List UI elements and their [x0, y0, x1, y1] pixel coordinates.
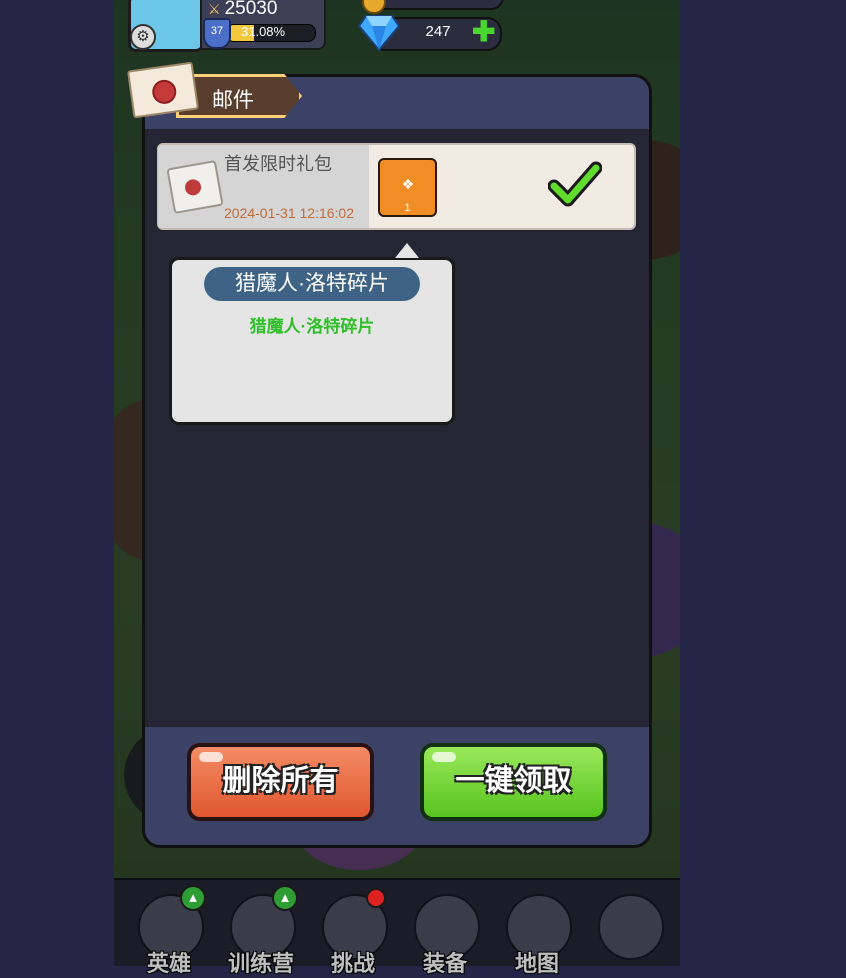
delete-all-label: 删除所有 — [222, 765, 339, 797]
mail-item-timestamp: 2024-01-31 12:16:02 — [224, 205, 354, 221]
nav-hero[interactable]: ▲ 英雄 — [126, 885, 208, 976]
player-level: 37 — [210, 25, 224, 37]
tooltip-item-name: 猎魔人·洛特碎片 — [204, 267, 420, 301]
gem-count: 247 — [425, 23, 451, 40]
hero-shard-icon: ❖ — [401, 176, 415, 192]
nav-locked[interactable] — [586, 890, 668, 966]
mail-envelope-icon — [126, 61, 200, 119]
level-shield-badge: 37 — [203, 18, 231, 49]
crossed-swords-icon: ⚔ — [208, 1, 221, 17]
mail-item-subject: 首发限时礼包 — [224, 154, 332, 174]
nav-equipment[interactable]: 装备 — [402, 890, 484, 976]
claimed-check-icon — [548, 161, 602, 207]
delete-all-button[interactable]: 删除所有 — [187, 743, 374, 821]
diamond-gem-icon — [358, 15, 400, 52]
mail-title: 邮件 — [212, 89, 254, 112]
nav-label: 地图 — [514, 951, 559, 976]
button-shine — [432, 752, 456, 762]
bottom-navigation: ▲ 英雄 ▲ 训练营 挑战 装备 地图 — [114, 878, 680, 976]
mail-item-envelope-icon — [166, 160, 224, 214]
nav-label: 训练营 — [227, 951, 294, 976]
upgrade-arrow-icon: ▲ — [180, 885, 206, 911]
nav-map[interactable]: 地图 — [494, 890, 576, 976]
settings-gear-icon[interactable]: ⚙ — [130, 24, 156, 50]
nav-training-camp[interactable]: ▲ 训练营 — [218, 885, 300, 976]
claim-all-label: 一键领取 — [455, 765, 572, 797]
lock-icon — [598, 894, 664, 960]
tooltip-item-description: 猎魔人·洛特碎片 — [249, 317, 375, 336]
combat-power-value: 25030 — [224, 0, 278, 19]
tooltip-arrow — [395, 243, 419, 258]
claim-all-button[interactable]: 一键领取 — [420, 743, 607, 821]
combat-power: ⚔ 25030 — [208, 0, 277, 20]
reward-item-quantity: 1 — [404, 202, 411, 214]
xp-percent: 31.08% — [241, 24, 286, 39]
nav-label: 装备 — [422, 951, 467, 976]
button-shine — [199, 752, 223, 762]
nav-label: 挑战 — [330, 951, 375, 976]
notification-dot — [366, 888, 386, 908]
nav-challenge[interactable]: 挑战 — [310, 888, 392, 976]
upgrade-arrow-icon: ▲ — [272, 885, 298, 911]
add-gems-button[interactable]: ✚ — [472, 18, 495, 46]
nav-label: 英雄 — [146, 951, 191, 976]
